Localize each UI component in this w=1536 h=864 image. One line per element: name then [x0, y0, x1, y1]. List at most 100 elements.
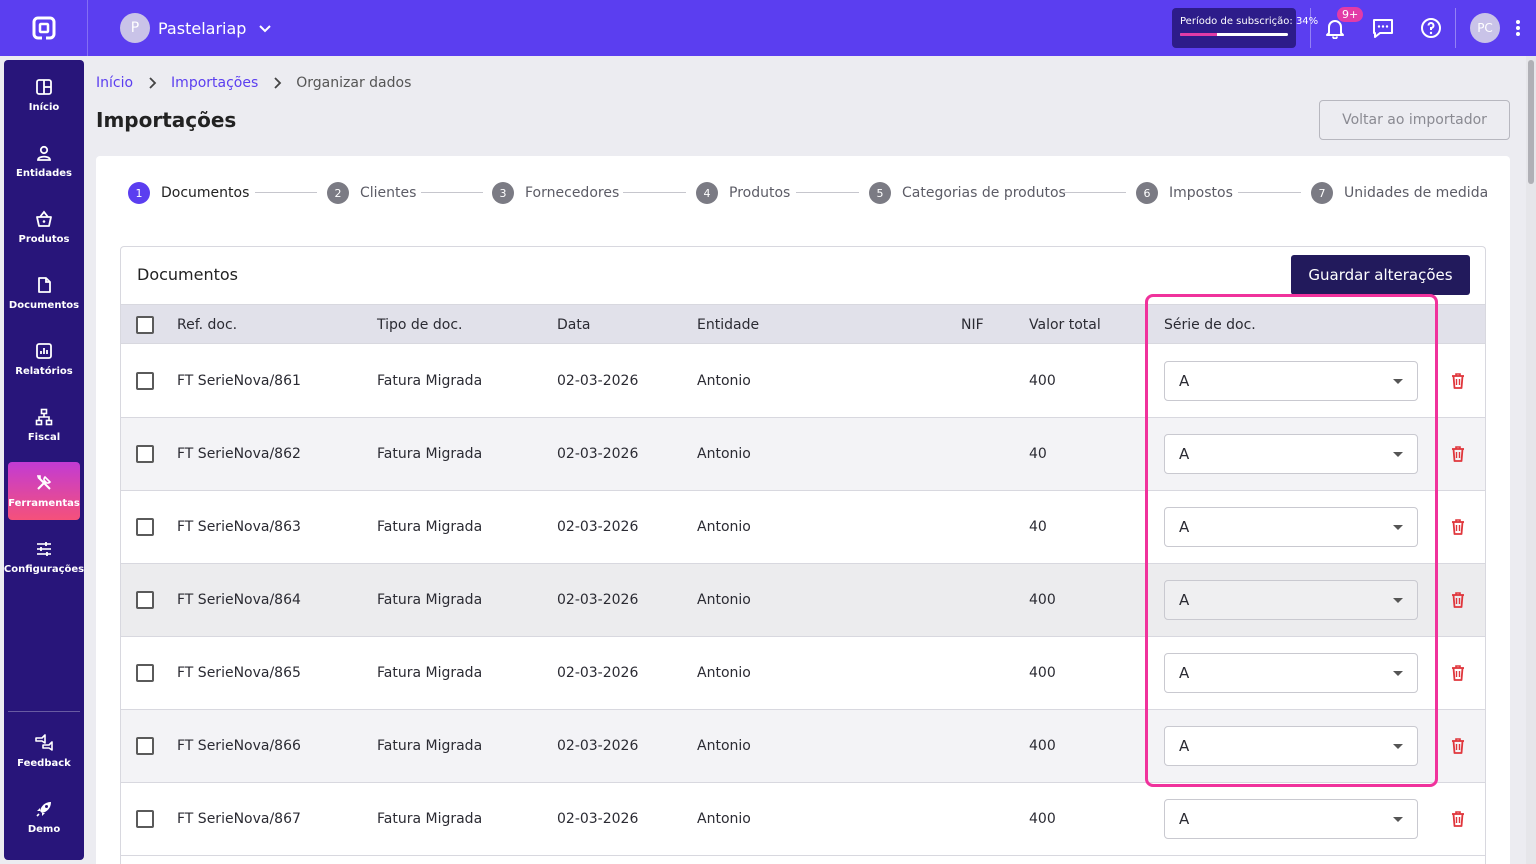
row-checkbox[interactable] [136, 372, 154, 390]
notifications-button[interactable]: 9+ [1311, 0, 1364, 56]
delete-row-button[interactable] [1448, 590, 1468, 610]
column-header-series[interactable]: Série de doc. [1164, 305, 1256, 345]
table-row[interactable]: FT SerieNova/861 Fatura Migrada 02-03-2026… [121, 345, 1485, 418]
series-select[interactable]: A [1164, 361, 1418, 401]
scrollbar-thumb[interactable] [1528, 60, 1534, 184]
cell-type: Fatura Migrada [377, 665, 483, 681]
row-checkbox[interactable] [136, 737, 154, 755]
sidebar-item-entidades[interactable]: Entidades [8, 132, 80, 190]
step-label: Produtos [729, 185, 791, 201]
row-checkbox[interactable] [136, 518, 154, 536]
trash-icon [1452, 373, 1464, 389]
step-number: 3 [492, 182, 514, 204]
row-checkbox[interactable] [136, 664, 154, 682]
cell-entity: Antonio [697, 665, 751, 681]
user-avatar[interactable]: PC [1470, 13, 1500, 43]
sidebar-item-demo[interactable]: Demo [8, 788, 80, 846]
step-connector [421, 192, 483, 193]
step-clientes[interactable]: 2 Clientes [327, 182, 416, 204]
step-documentos[interactable]: 1 Documentos [128, 182, 249, 204]
chevron-right-icon [147, 77, 157, 89]
sidebar-item-inicio[interactable]: Início [8, 66, 80, 124]
column-header-entity[interactable]: Entidade [697, 305, 759, 345]
step-unidades[interactable]: 7 Unidades de medida [1311, 182, 1488, 204]
sidebar-item-label: Demo [27, 823, 61, 835]
series-select-value: A [1179, 372, 1190, 390]
step-label: Unidades de medida [1344, 185, 1489, 201]
page-title: Importações [96, 108, 237, 132]
sidebar-item-ferramentas[interactable]: Ferramentas [8, 462, 80, 520]
delete-row-button[interactable] [1448, 736, 1468, 756]
cell-type: Fatura Migrada [377, 446, 483, 462]
sidebar-item-fiscal[interactable]: Fiscal [8, 396, 80, 454]
divider [1455, 8, 1456, 48]
sidebar-item-produtos[interactable]: Produtos [8, 198, 80, 256]
step-number: 6 [1136, 182, 1158, 204]
table-row[interactable]: FT SerieNova/864 Fatura Migrada 02-03-2026… [121, 564, 1485, 637]
cell-date: 02-03-2026 [557, 665, 639, 681]
cell-type: Fatura Migrada [377, 373, 483, 389]
table-row[interactable]: FT SerieNova/867 Fatura Migrada 02-03-2026… [121, 783, 1485, 856]
save-changes-button[interactable]: Guardar alterações [1291, 255, 1470, 295]
hierarchy-icon [35, 408, 53, 425]
column-header-ref[interactable]: Ref. doc. [177, 305, 237, 345]
table-row[interactable]: FT SerieNova/863 Fatura Migrada 02-03-2026… [121, 491, 1485, 564]
sidebar-item-configuracoes[interactable]: Configurações [4, 528, 84, 586]
row-checkbox-cell [136, 710, 154, 782]
row-checkbox-cell [136, 783, 154, 855]
more-options-icon[interactable] [1500, 0, 1536, 56]
dropdown-caret-icon [1393, 671, 1403, 676]
sidebar-item-feedback[interactable]: Feedback [8, 722, 80, 780]
sidebar-item-documentos[interactable]: Documentos [8, 264, 80, 322]
table-row[interactable]: FT SerieNova/862 Fatura Migrada 02-03-2026… [121, 418, 1485, 491]
delete-row-button[interactable] [1448, 444, 1468, 464]
series-select[interactable]: A [1164, 799, 1418, 839]
help-button[interactable] [1407, 0, 1455, 56]
row-checkbox[interactable] [136, 445, 154, 463]
select-all-checkbox[interactable] [136, 316, 154, 334]
step-connector [255, 192, 317, 193]
column-header-total[interactable]: Valor total [1029, 305, 1101, 345]
subscription-indicator[interactable]: Período de subscrição: 34% [1172, 8, 1318, 48]
delete-row-button[interactable] [1448, 663, 1468, 683]
cell-ref: FT SerieNova/865 [177, 665, 301, 681]
breadcrumb-home-link[interactable]: Início [96, 75, 133, 91]
series-select[interactable]: A [1164, 434, 1418, 474]
table-row[interactable]: FT SerieNova/866 Fatura Migrada 02-03-2026… [121, 710, 1485, 783]
cell-type: Fatura Migrada [377, 811, 483, 827]
delete-row-button[interactable] [1448, 809, 1468, 829]
delete-row-button[interactable] [1448, 371, 1468, 391]
step-impostos[interactable]: 6 Impostos [1136, 182, 1233, 204]
back-to-importer-button[interactable]: Voltar ao importador [1319, 100, 1510, 140]
cell-ref: FT SerieNova/867 [177, 811, 301, 827]
step-categorias[interactable]: 5 Categorias de produtos [869, 182, 1066, 204]
dropdown-caret-icon [1393, 744, 1403, 749]
page-scrollbar[interactable] [1526, 56, 1536, 864]
chat-icon [1373, 19, 1393, 38]
row-checkbox[interactable] [136, 591, 154, 609]
series-select-value: A [1179, 445, 1190, 463]
subscription-progress-bar [1180, 33, 1288, 36]
series-select[interactable]: A [1164, 507, 1418, 547]
table-row[interactable]: FT SerieNova/865 Fatura Migrada 02-03-2026… [121, 637, 1485, 710]
series-select[interactable]: A [1164, 726, 1418, 766]
rocket-icon [36, 801, 51, 817]
company-selector[interactable]: P Pastelariap [120, 13, 272, 43]
column-header-date[interactable]: Data [557, 305, 590, 345]
cell-total: 40 [1029, 519, 1047, 535]
column-header-nif[interactable]: NIF [961, 305, 984, 345]
step-produtos[interactable]: 4 Produtos [696, 182, 790, 204]
series-select[interactable]: A [1164, 580, 1418, 620]
messages-button[interactable] [1359, 0, 1407, 56]
tools-icon [37, 474, 52, 490]
row-checkbox[interactable] [136, 810, 154, 828]
column-header-type[interactable]: Tipo de doc. [377, 305, 462, 345]
app-logo-icon[interactable] [0, 0, 88, 56]
step-fornecedores[interactable]: 3 Fornecedores [492, 182, 619, 204]
dropdown-caret-icon [1393, 525, 1403, 530]
sidebar-item-relatorios[interactable]: Relatórios [8, 330, 80, 388]
breadcrumb-imports-link[interactable]: Importações [171, 75, 258, 91]
delete-row-button[interactable] [1448, 517, 1468, 537]
series-select[interactable]: A [1164, 653, 1418, 693]
cell-total: 400 [1029, 738, 1056, 754]
